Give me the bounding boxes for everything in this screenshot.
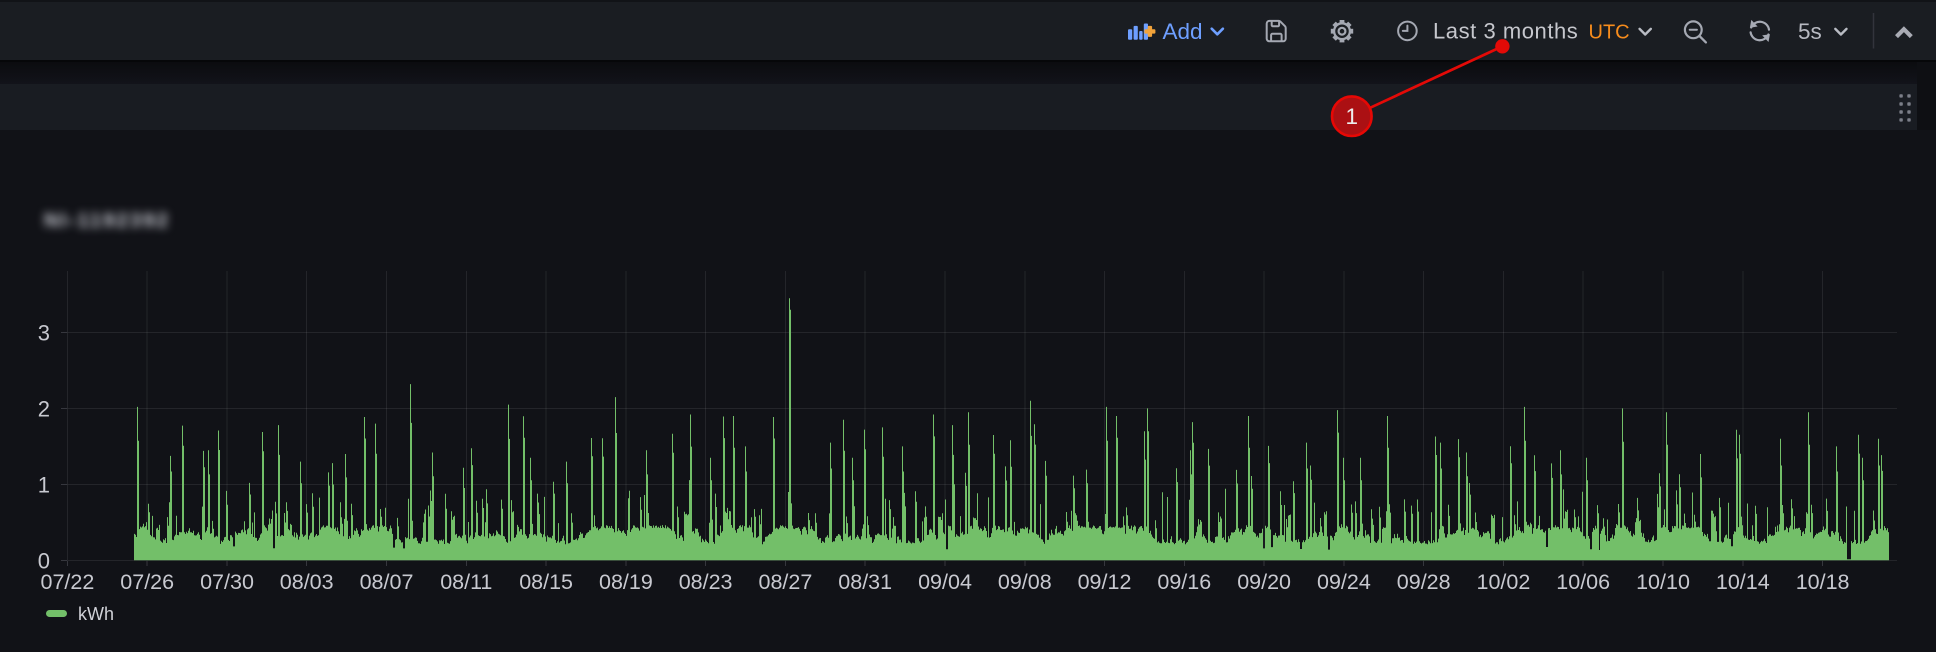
svg-text:08/19: 08/19	[599, 570, 653, 594]
svg-text:08/03: 08/03	[280, 570, 334, 594]
svg-text:09/24: 09/24	[1317, 570, 1371, 594]
svg-text:Last 3 months: Last 3 months	[1433, 19, 1578, 44]
svg-text:2: 2	[38, 396, 50, 421]
svg-text:10/10: 10/10	[1636, 570, 1690, 594]
svg-text:10/02: 10/02	[1476, 570, 1530, 594]
svg-text:07/22: 07/22	[40, 570, 94, 594]
svg-text:08/27: 08/27	[758, 570, 812, 594]
svg-text:09/16: 09/16	[1157, 570, 1211, 594]
svg-text:09/12: 09/12	[1078, 570, 1132, 594]
svg-text:5s: 5s	[1798, 19, 1822, 44]
svg-text:3: 3	[38, 321, 50, 346]
svg-text:1: 1	[38, 472, 50, 497]
svg-text:09/04: 09/04	[918, 570, 972, 594]
svg-text:0: 0	[38, 548, 50, 573]
svg-text:10/18: 10/18	[1796, 570, 1850, 594]
svg-text:08/23: 08/23	[679, 570, 733, 594]
svg-text:UTC: UTC	[1589, 21, 1630, 43]
svg-text:08/07: 08/07	[360, 570, 414, 594]
svg-text:Add: Add	[1163, 19, 1203, 44]
svg-text:10/14: 10/14	[1716, 570, 1770, 594]
svg-text:08/15: 08/15	[519, 570, 573, 594]
svg-text:09/20: 09/20	[1237, 570, 1291, 594]
svg-text:10/06: 10/06	[1556, 570, 1610, 594]
svg-text:08/11: 08/11	[440, 570, 492, 594]
svg-text:08/31: 08/31	[838, 570, 892, 594]
svg-text:09/08: 09/08	[998, 570, 1052, 594]
svg-text:09/28: 09/28	[1397, 570, 1451, 594]
svg-text:07/26: 07/26	[120, 570, 174, 594]
svg-text:07/30: 07/30	[200, 570, 254, 594]
svg-text:1: 1	[1346, 104, 1359, 129]
